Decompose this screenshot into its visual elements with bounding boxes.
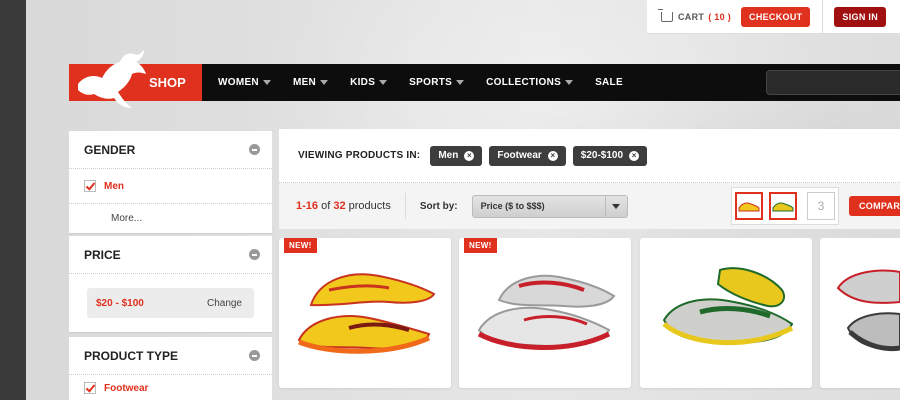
nav-item-kids[interactable]: KIDS xyxy=(350,77,388,88)
product-image[interactable] xyxy=(469,250,621,365)
new-badge: NEW! xyxy=(284,238,317,253)
filter-product-type-title: PRODUCT TYPE xyxy=(84,348,179,363)
nav-item-women[interactable]: WOMEN xyxy=(218,77,271,88)
collapse-icon[interactable] xyxy=(249,249,260,260)
filter-gender-header[interactable]: GENDER xyxy=(69,131,272,169)
product-card[interactable]: NEW! xyxy=(459,238,631,388)
shoe-icon xyxy=(772,202,794,212)
product-image[interactable] xyxy=(289,250,441,365)
nav-item-sale[interactable]: SALE xyxy=(595,77,623,88)
product-card[interactable]: NEW! xyxy=(279,238,451,388)
filter-option-men[interactable]: Men xyxy=(69,169,272,203)
cart-count: ( 10 ) xyxy=(708,11,732,22)
filter-chip-footwear[interactable]: Footwear × xyxy=(489,145,566,166)
results-count: 1-16 of 32 products xyxy=(296,200,391,212)
product-image[interactable] xyxy=(650,250,802,365)
sort-label: Sort by: xyxy=(419,200,458,212)
nav-item-men[interactable]: MEN xyxy=(293,77,329,88)
price-range-box: $20 - $100 Change xyxy=(87,288,254,318)
collapse-icon[interactable] xyxy=(249,350,260,361)
sort-selected-value: Price ($ to $$$) xyxy=(480,201,545,211)
product-card[interactable] xyxy=(820,238,900,388)
cart-link[interactable]: CART ( 10 ) xyxy=(658,8,732,22)
change-price-link[interactable]: Change xyxy=(207,298,242,309)
cart-icon xyxy=(658,8,673,22)
new-badge: NEW! xyxy=(464,238,497,253)
collapse-icon[interactable] xyxy=(249,144,260,155)
compare-tray: 3 xyxy=(731,187,839,225)
filter-price: PRICE $20 - $100 Change xyxy=(69,236,272,333)
remove-icon[interactable]: × xyxy=(629,150,640,161)
chevron-down-icon xyxy=(320,80,329,85)
shoe-icon xyxy=(738,202,760,212)
compare-area: 3 COMPARE xyxy=(731,183,900,229)
viewing-label: VIEWING PRODUCTS IN: xyxy=(298,150,421,161)
remove-icon[interactable]: × xyxy=(464,150,475,161)
chevron-down-icon xyxy=(456,80,465,85)
checkout-button[interactable]: CHECKOUT xyxy=(741,6,811,27)
filter-option-footwear[interactable]: Footwear xyxy=(69,375,272,400)
filter-option-label: Men xyxy=(104,180,124,192)
chevron-down-icon[interactable] xyxy=(604,195,627,217)
price-range-value: $20 - $100 xyxy=(96,297,144,309)
compare-button[interactable]: COMPARE xyxy=(849,196,900,216)
utility-bar: CART ( 10 ) CHECKOUT SIGN IN xyxy=(647,0,900,34)
compare-thumb[interactable] xyxy=(735,192,763,220)
chevron-down-icon xyxy=(262,80,271,85)
signin-button[interactable]: SIGN IN xyxy=(834,6,887,27)
checkbox-checked-icon[interactable] xyxy=(84,180,96,192)
filter-chip-men[interactable]: Men × xyxy=(430,145,483,166)
brand-logo-icon[interactable] xyxy=(74,50,152,110)
chevron-down-icon xyxy=(379,80,388,85)
compare-empty-slot: 3 xyxy=(807,192,835,220)
nav-item-collections[interactable]: COLLECTIONS xyxy=(486,77,574,88)
checkbox-checked-icon[interactable] xyxy=(84,382,96,394)
active-filters-bar: VIEWING PRODUCTS IN: Men × Footwear × $20-… xyxy=(279,129,900,183)
filter-price-header[interactable]: PRICE xyxy=(69,236,272,274)
filter-product-type: PRODUCT TYPE Footwear xyxy=(69,337,272,400)
filter-gender-title: GENDER xyxy=(84,142,136,157)
chevron-down-icon xyxy=(565,80,574,85)
nav-items: WOMEN MEN KIDS SPORTS COLLECTIONS SALE xyxy=(218,64,645,101)
nav-item-sports[interactable]: SPORTS xyxy=(409,77,465,88)
results-toolbar: 1-16 of 32 products Sort by: Price ($ to… xyxy=(279,183,900,229)
filter-gender: GENDER Men More... xyxy=(69,131,272,234)
sort-select[interactable]: Price ($ to $$$) xyxy=(471,194,628,218)
compare-thumb[interactable] xyxy=(769,192,797,220)
remove-icon[interactable]: × xyxy=(547,150,558,161)
filter-chip-price[interactable]: $20-$100 × xyxy=(572,145,648,166)
filter-option-label: Footwear xyxy=(104,382,149,394)
product-card[interactable] xyxy=(640,238,812,388)
filter-product-type-header[interactable]: PRODUCT TYPE xyxy=(69,337,272,375)
cart-label: CART xyxy=(678,11,705,22)
product-image[interactable] xyxy=(828,258,900,358)
divider xyxy=(404,193,406,219)
filter-price-title: PRICE xyxy=(84,247,121,262)
divider xyxy=(822,0,824,34)
more-link[interactable]: More... xyxy=(69,203,272,233)
search-input[interactable] xyxy=(766,70,900,95)
